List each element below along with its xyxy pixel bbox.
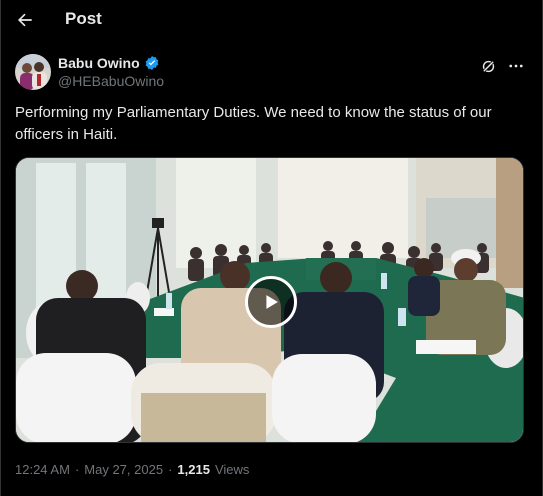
- avatar[interactable]: [15, 54, 51, 90]
- post-date[interactable]: May 27, 2025: [84, 462, 163, 477]
- handle[interactable]: @HEBabuOwino: [58, 73, 164, 89]
- video-player[interactable]: [15, 157, 524, 443]
- avatar-image: [15, 54, 51, 90]
- post-time[interactable]: 12:24 AM: [15, 462, 70, 477]
- more-options-button[interactable]: [506, 56, 526, 76]
- more-horizontal-icon: [509, 64, 523, 68]
- verified-badge-icon: [145, 56, 159, 70]
- views-count: 1,215: [177, 462, 210, 477]
- meta-separator: ·: [74, 462, 80, 477]
- grok-button[interactable]: [478, 56, 498, 76]
- meta-separator: ·: [168, 462, 173, 477]
- post-text: Performing my Parliamentary Duties. We n…: [15, 104, 492, 143]
- back-button[interactable]: [13, 8, 37, 32]
- grok-icon: [482, 60, 494, 72]
- post-meta: 12:24 AM · May 27, 2025 · 1,215 Views: [15, 462, 249, 477]
- page-title: Post: [65, 9, 102, 28]
- views-label[interactable]: Views: [215, 462, 249, 477]
- author-names: Babu Owino @HEBabuOwino: [58, 55, 164, 89]
- arrow-left-icon: [17, 13, 32, 27]
- play-button[interactable]: [245, 276, 297, 328]
- play-icon: [266, 295, 278, 309]
- header-bar: Post: [1, 0, 542, 40]
- display-name[interactable]: Babu Owino: [58, 55, 140, 71]
- post-page: Post Babu Owino @HEBabuOwino Performing …: [0, 0, 543, 496]
- post-author: Babu Owino @HEBabuOwino: [15, 54, 530, 94]
